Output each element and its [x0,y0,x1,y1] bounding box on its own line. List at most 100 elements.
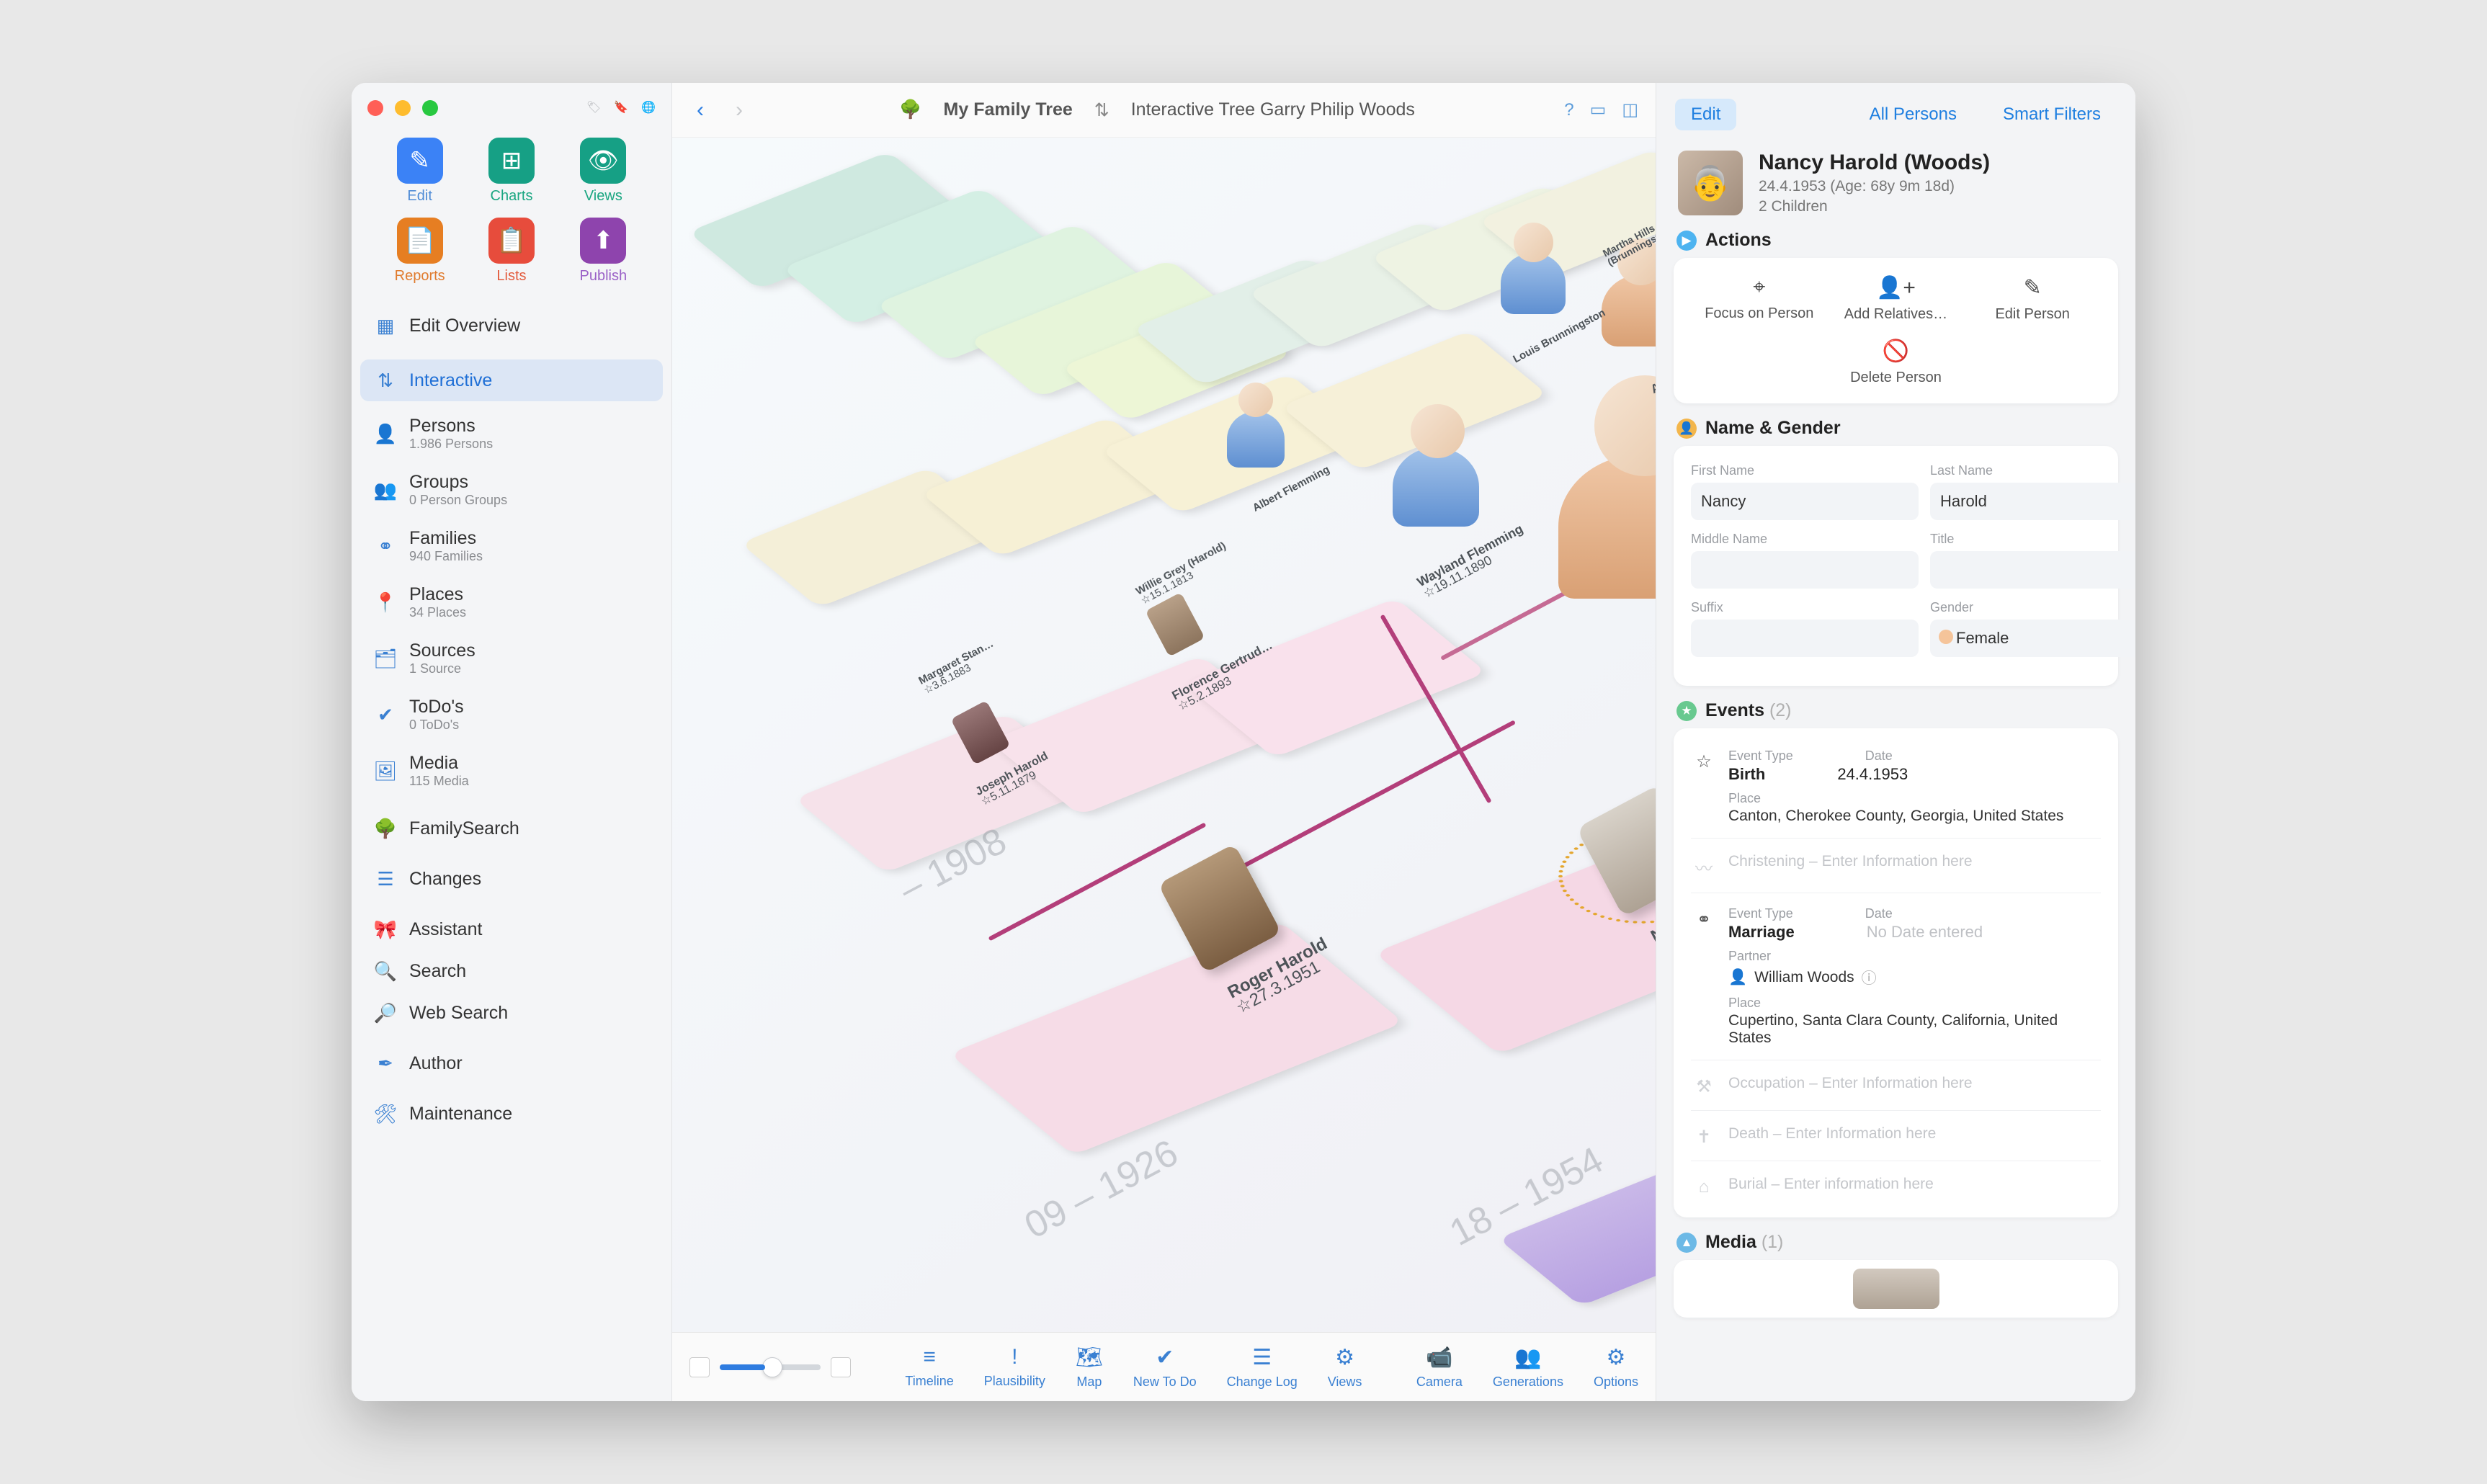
maximize-window[interactable] [422,100,438,116]
tree-icon: ⇅ [375,370,396,391]
person-children: 2 Children [1759,198,1990,215]
bottom-views[interactable]: ⚙︎Views [1328,1345,1362,1390]
nav-familysearch[interactable]: 🌳FamilySearch [360,808,663,849]
title-field[interactable] [1930,551,2135,589]
sidebar-toggle-icon[interactable]: ◫ [1622,99,1638,120]
nav-groups[interactable]: 👥Groups0 Person Groups [360,462,663,518]
minimize-window[interactable] [395,100,411,116]
nav-maintenance[interactable]: 🛠Maintenance [360,1093,663,1135]
person-willie[interactable]: Willie Grey (Harold) [1134,540,1228,597]
tile-publish[interactable]: ⬆Publish [564,218,643,285]
bottom-timeline[interactable]: ≡Timeline [905,1345,953,1390]
bottom-plausibility[interactable]: !Plausibility [984,1345,1045,1390]
tile-grid: ✎Edit ⊞Charts 👁Views 📄Reports 📋Lists ⬆Pu… [352,116,671,299]
bottom-map[interactable]: 🗺Map [1076,1345,1103,1390]
hammer-icon: ⚒ [1691,1073,1717,1097]
tile-edit[interactable]: ✎Edit [380,138,459,205]
nav-interactive[interactable]: ⇅Interactive [360,359,663,401]
nav-sources[interactable]: 🗂Sources1 Source [360,630,663,687]
bottom-generations[interactable]: 👥Generations [1493,1345,1563,1390]
action-focus[interactable]: ⌖Focus on Person [1691,275,1828,323]
tree-canvas[interactable]: Clarissa Flemming…☆18.12.1911 Wayland Fl… [672,138,1656,1332]
nav-websearch[interactable]: 🔎Web Search [360,992,663,1034]
last-name-field[interactable] [1930,483,2135,520]
media-count: (1) [1762,1232,1784,1252]
event-birth[interactable]: ☆ Event TypeDate Birth24.4.1953 Place Ca… [1691,736,2101,839]
label-middle: Middle Name [1691,532,1919,547]
section-actions-title: Actions [1705,230,1772,251]
action-delete[interactable]: 🚫Delete Person [1828,339,1965,386]
nav-persons[interactable]: 👤Persons1.986 Persons [360,406,663,462]
tab-all-persons[interactable]: All Persons [1854,99,1973,130]
tile-charts[interactable]: ⊞Charts [472,138,550,205]
breadcrumb-sep-icon: ⇅ [1094,99,1109,121]
forward-button[interactable]: › [728,95,750,125]
event-occupation[interactable]: ⚒Occupation – Enter Information here [1691,1060,2101,1111]
bookmark-icon[interactable]: 🔖 [614,100,628,116]
action-edit[interactable]: ✎Edit Person [1964,275,2101,323]
nav-families[interactable]: ⚭Families940 Families [360,518,663,574]
section-name-title: Name & Gender [1705,418,1841,439]
event-marriage[interactable]: ⚭ Event TypeDate MarriageNo Date entered… [1691,893,2101,1060]
nav-author[interactable]: ✒︎Author [360,1042,663,1084]
tile-reports[interactable]: 📄Reports [380,218,459,285]
event-death[interactable]: ✝Death – Enter Information here [1691,1111,2101,1161]
tag-icon[interactable]: 🏷︎ [586,100,601,116]
camera-icon: 📹 [1426,1345,1452,1370]
events-panel: ☆ Event TypeDate Birth24.4.1953 Place Ca… [1674,728,2118,1217]
upload-icon: ⬆ [580,218,626,264]
zoom-slider[interactable] [720,1364,821,1370]
middle-name-field[interactable] [1691,551,1919,589]
bottom-bar: ≡Timeline !Plausibility 🗺Map ✔︎New To Do… [672,1332,1656,1401]
action-add[interactable]: 👤+Add Relatives… [1828,275,1965,323]
name-panel: First Name Last Name Middle Name Title S… [1674,446,2118,686]
bottom-newtodo[interactable]: ✔︎New To Do [1133,1345,1197,1390]
nav-edit-overview[interactable]: ▦Edit Overview [360,305,663,347]
bowtie-icon: 🎀 [375,918,396,940]
person-meta: 24.4.1953 (Age: 68y 9m 18d) [1759,178,1990,195]
docs-icon: 🗂 [375,648,396,669]
person-louis[interactable]: Louis Brunningston [1511,307,1607,366]
rings-icon: ⚭ [375,535,396,557]
nav-places[interactable]: 📍Places34 Places [360,574,663,630]
bottom-options[interactable]: ⚙Options [1594,1345,1638,1390]
event-burial[interactable]: ⌂Burial – Enter information here [1691,1161,2101,1210]
person-wayland[interactable]: Wayland Flemming [1415,522,1526,589]
section-actions-head: ▶ Actions [1676,230,2118,251]
pen-icon: ✒︎ [375,1052,396,1074]
avatar[interactable]: 👵 [1678,151,1743,215]
nav-media[interactable]: 🖼Media115 Media [360,743,663,799]
gender-select[interactable] [1930,620,2135,657]
event-christening[interactable]: 〰 Christening – Enter Information here [1691,839,2101,893]
nav-changes[interactable]: ☰Changes [360,858,663,900]
focus-icon: ⌖ [1753,275,1765,300]
wave-icon: 〰 [1691,851,1717,880]
bottom-camera[interactable]: 📹Camera [1416,1345,1463,1390]
media-thumbnail[interactable] [1853,1269,1939,1309]
display-icon[interactable]: ▭ [1590,99,1607,120]
nav-list: ▦Edit Overview ⇅Interactive 👤Persons1.98… [352,299,671,1140]
first-name-field[interactable] [1691,483,1919,520]
tile-views[interactable]: 👁Views [564,138,643,205]
group-icon: 👥 [375,479,396,501]
star-icon: ☆ [1691,748,1717,825]
back-button[interactable]: ‹ [689,95,711,125]
tab-edit[interactable]: Edit [1675,99,1736,130]
tab-smart-filters[interactable]: Smart Filters [1987,99,2117,130]
partner-name[interactable]: William Woods [1754,969,1854,986]
info-icon[interactable]: ⓘ [1862,967,1877,988]
zoom-out-button[interactable] [689,1357,710,1377]
nav-search[interactable]: 🔍Search [360,950,663,992]
help-icon[interactable]: ? [1564,100,1573,120]
nav-todos[interactable]: ✔︎ToDo's0 ToDo's [360,687,663,743]
pencil2-icon: ✎ [2024,275,2042,300]
tile-lists[interactable]: 📋Lists [472,218,550,285]
nav-assistant[interactable]: 🎀Assistant [360,908,663,950]
close-window[interactable] [367,100,383,116]
globe-icon[interactable]: 🌐 [641,100,656,116]
media-icon: 🖼 [375,760,396,782]
bottom-changelog[interactable]: ☰Change Log [1227,1345,1298,1390]
person-icon: 👤 [375,423,396,444]
zoom-in-button[interactable] [831,1357,851,1377]
suffix-field[interactable] [1691,620,1919,657]
